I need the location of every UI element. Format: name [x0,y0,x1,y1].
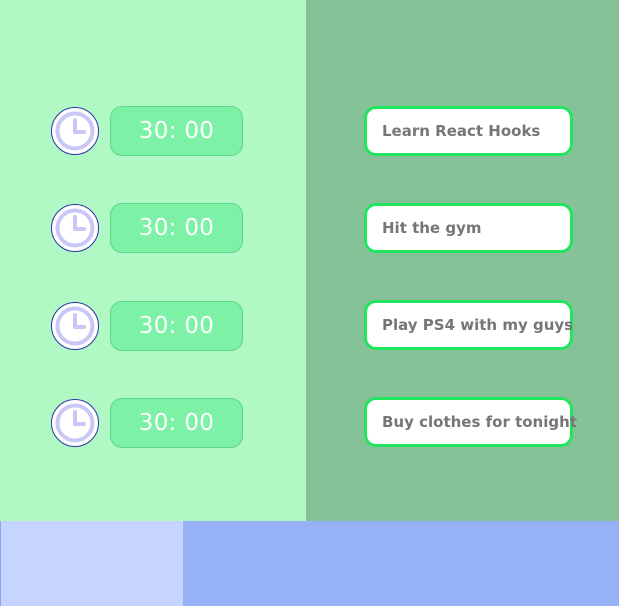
footer-right-block [183,521,619,606]
task-item[interactable]: Play PS4 with my guys [364,300,573,350]
task-item[interactable]: Hit the gym [364,203,573,253]
clock-icon[interactable] [51,204,99,252]
timer-display[interactable]: 30: 00 [110,398,243,448]
clock-icon[interactable] [51,302,99,350]
clock-icon[interactable] [51,107,99,155]
task-item[interactable]: Learn React Hooks [364,106,573,156]
timer-row: 30: 00 [51,301,251,351]
timer-display[interactable]: 30: 00 [110,301,243,351]
task-item[interactable]: Buy clothes for tonight [364,397,577,447]
timer-row: 30: 00 [51,398,251,448]
timer-row: 30: 00 [51,106,251,156]
timer-display[interactable]: 30: 00 [110,106,243,156]
timer-row: 30: 00 [51,203,251,253]
timer-display[interactable]: 30: 00 [110,203,243,253]
clock-icon[interactable] [51,399,99,447]
footer-left-block [0,521,183,606]
